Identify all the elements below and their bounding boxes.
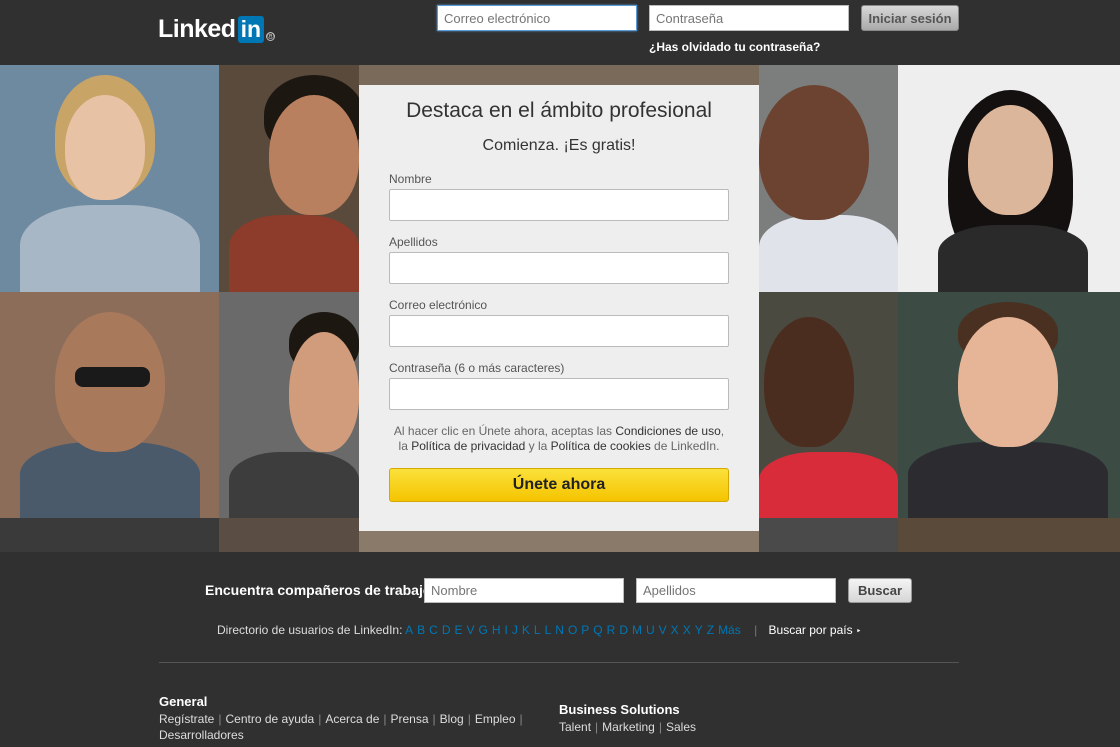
photo-tile [898,292,1120,518]
hero-photo-collage: Destaca en el ámbito profesional Comienz… [0,65,1120,552]
photo-tile [898,65,1120,292]
directory-letter-link[interactable]: X [671,623,679,637]
directory-letter-link[interactable]: Y [695,623,703,637]
photo-tile [0,65,219,292]
footer-business-title: Business Solutions [559,702,680,717]
photo-tile [219,518,359,552]
directory-letter-link[interactable]: I [505,623,508,637]
directory-letter-link[interactable]: J [512,623,518,637]
directory-letter-link[interactable]: O [568,623,577,637]
directory-letter-link[interactable]: D [619,623,628,637]
email-label: Correo electrónico [389,298,488,312]
directory-letter-link[interactable]: Q [593,623,602,637]
first-name-label: Nombre [389,172,432,186]
search-first-name-input[interactable] [424,578,624,603]
footer-link[interactable]: Blog [440,712,464,726]
directory-letter-link[interactable]: G [479,623,488,637]
directory-letter-link[interactable]: U [646,623,655,637]
directory-letter-link[interactable]: C [429,623,438,637]
forgot-password-link[interactable]: ¿Has olvidado tu contraseña? [649,40,820,54]
find-colleagues-label: Encuentra compañeros de trabajo: [205,582,437,598]
arrow-right-icon: ‣ [855,626,862,636]
terms-of-use-link[interactable]: Condiciones de uso [615,424,720,438]
footer-general-title: General [159,694,208,709]
linkedin-logo[interactable]: Linked in ® [158,14,276,44]
browse-by-country-link[interactable]: Buscar por país ‣ [769,623,862,637]
directory-letter-link[interactable]: R [607,623,616,637]
link-separator: | [467,712,471,726]
logo-in-box: in [237,15,265,43]
footer-link[interactable]: Prensa [391,712,429,726]
password-label: Contraseña (6 o más caracteres) [389,361,565,375]
terms-notice: Al hacer clic en Únete ahora, aceptas la… [393,424,725,453]
login-email-input[interactable] [437,5,637,31]
login-button[interactable]: Iniciar sesión [861,5,959,31]
link-separator: | [383,712,387,726]
signup-subtitle: Comienza. ¡Es gratis! [482,137,636,154]
directory-letter-link[interactable]: Más [718,623,741,637]
directory-label: Directorio de usuarios de LinkedIn: [217,623,403,637]
photo-tile [359,65,759,85]
footer-link[interactable]: Regístrate [159,712,214,726]
directory-letter-link[interactable]: N [555,623,564,637]
link-separator: | [432,712,436,726]
footer-general-links: Regístrate | Centro de ayuda | Acerca de | Pre… [159,711,549,743]
directory-letter-link[interactable]: V [467,623,475,637]
footer-link[interactable]: Talent [559,720,591,734]
cookie-policy-link[interactable]: Política de cookies [551,439,651,453]
logo-wordmark: Linked [158,15,236,43]
directory-letter-link[interactable]: E [454,623,462,637]
footer-link[interactable]: Desarrolladores [159,728,244,742]
privacy-policy-link[interactable]: Política de privacidad [411,439,525,453]
footer-link[interactable]: Empleo [475,712,516,726]
footer-link[interactable]: Acerca de [325,712,379,726]
last-name-label: Apellidos [389,235,438,249]
photo-tile [219,292,359,518]
footer-business-links: Talent | Marketing | Sales [559,719,696,735]
password-input[interactable] [389,378,729,410]
link-separator: | [218,712,222,726]
directory-letter-link[interactable]: L [534,623,541,637]
photo-tile [759,292,898,518]
directory-letter-link[interactable]: X [683,623,691,637]
last-name-input[interactable] [389,252,729,284]
login-password-input[interactable] [649,5,849,31]
directory-letter-link[interactable]: D [442,623,451,637]
directory-letter-link[interactable]: Z [707,623,714,637]
email-input[interactable] [389,315,729,347]
directory-letter-link[interactable]: B [417,623,425,637]
photo-tile [0,518,219,552]
directory-letters: A B C D E V G H I J K L L N O P Q R D M U V X X Y Z Más [405,623,745,637]
photo-tile [219,65,359,292]
signup-form: Destaca en el ámbito profesional Comienz… [359,85,759,531]
photo-tile [0,292,219,518]
link-separator: | [595,720,599,734]
search-button[interactable]: Buscar [848,578,912,603]
directory-letter-link[interactable]: A [405,623,413,637]
signup-title: Destaca en el ámbito profesional [406,99,712,122]
directory-separator: | [754,623,758,637]
directory-letter-link[interactable]: M [632,623,642,637]
first-name-input[interactable] [389,189,729,221]
footer-divider [159,662,959,663]
search-last-name-input[interactable] [636,578,836,603]
photo-tile [898,518,1120,552]
directory-letter-link[interactable]: H [492,623,501,637]
footer-link[interactable]: Marketing [602,720,655,734]
top-bar: Linked in ® Iniciar sesión ¿Has olvidado… [0,0,1120,65]
photo-tile [759,65,898,292]
link-separator: | [519,712,523,726]
directory-letter-link[interactable]: P [581,623,589,637]
member-directory: Directorio de usuarios de LinkedIn: ABCD… [217,623,861,637]
join-now-button[interactable]: Únete ahora [389,468,729,502]
link-separator: | [318,712,322,726]
directory-letter-link[interactable]: L [545,623,552,637]
registered-mark: ® [266,30,276,41]
directory-letter-link[interactable]: V [659,623,667,637]
link-separator: | [658,720,662,734]
photo-tile [759,518,898,552]
directory-letter-link[interactable]: K [522,623,530,637]
footer-link[interactable]: Sales [666,720,696,734]
footer-link[interactable]: Centro de ayuda [225,712,314,726]
